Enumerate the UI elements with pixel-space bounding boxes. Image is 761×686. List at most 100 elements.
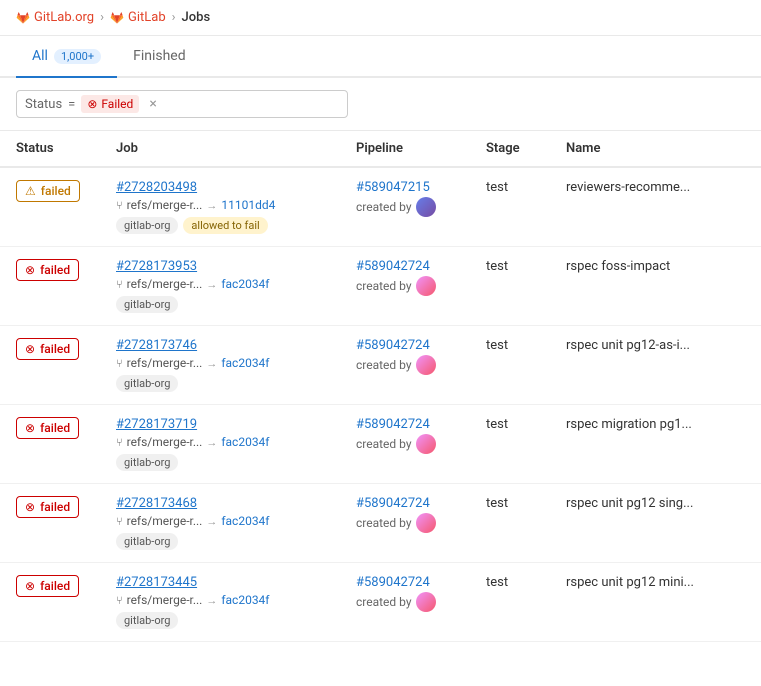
table-row: ⊗ failed #2728173719 ⑂ refs/merge-r... →… xyxy=(0,405,761,484)
job-commit-link[interactable]: fac2034f xyxy=(221,277,269,291)
breadcrumb-gitlab-org[interactable]: GitLab.org xyxy=(16,10,94,25)
job-tag: gitlab-org xyxy=(116,612,178,629)
job-number-link[interactable]: #2728173445 xyxy=(116,575,197,590)
job-commit-link[interactable]: fac2034f xyxy=(221,435,269,449)
status-icon: ⊗ xyxy=(25,500,35,514)
col-header-job: Job xyxy=(100,131,340,167)
job-commit-link[interactable]: fac2034f xyxy=(221,593,269,607)
breadcrumb-repo-label: GitLab xyxy=(128,10,166,25)
status-badge: ⊗ failed xyxy=(16,259,79,281)
breadcrumb-org-label: GitLab.org xyxy=(34,10,94,25)
job-tags-row: gitlab-org allowed to fail xyxy=(116,217,324,234)
tab-all[interactable]: All 1,000+ xyxy=(16,36,117,78)
job-name: rspec foss-impact xyxy=(566,259,670,274)
status-text: failed xyxy=(41,184,71,198)
filter-bar: Status = ⊗ Failed × xyxy=(0,78,761,131)
filter-input[interactable] xyxy=(163,97,339,112)
table-row: ⊗ failed #2728173953 ⑂ refs/merge-r... →… xyxy=(0,247,761,326)
filter-close-button[interactable]: × xyxy=(149,96,156,112)
job-ref-name: refs/merge-r... xyxy=(127,593,203,607)
breadcrumb: GitLab.org › GitLab › Jobs xyxy=(0,0,761,36)
status-icon: ⚠ xyxy=(25,184,36,198)
job-tag: gitlab-org xyxy=(116,375,178,392)
pipeline-sub: created by xyxy=(356,197,454,217)
job-number-link[interactable]: #2728173719 xyxy=(116,417,197,432)
status-badge: ⊗ failed xyxy=(16,338,79,360)
table-row: ⚠ failed #2728203498 ⑂ refs/merge-r... →… xyxy=(0,167,761,247)
table-row: ⊗ failed #2728173746 ⑂ refs/merge-r... →… xyxy=(0,326,761,405)
col-header-stage: Stage xyxy=(470,131,550,167)
status-icon: ⊗ xyxy=(25,263,35,277)
stage-text: test xyxy=(486,259,508,274)
branch-icon: ⑂ xyxy=(116,357,123,370)
status-text: failed xyxy=(40,500,70,514)
filter-value-badge: ⊗ Failed xyxy=(81,95,139,113)
pipeline-sub: created by xyxy=(356,434,454,454)
job-number-link[interactable]: #2728173746 xyxy=(116,338,197,353)
pipeline-cell: #589042724 created by xyxy=(356,417,454,454)
pipeline-link[interactable]: #589042724 xyxy=(356,575,454,590)
pipeline-created-text: created by xyxy=(356,200,412,214)
status-text: failed xyxy=(40,421,70,435)
pipeline-created-text: created by xyxy=(356,279,412,293)
job-ref-name: refs/merge-r... xyxy=(127,435,203,449)
pipeline-link[interactable]: #589042724 xyxy=(356,338,454,353)
avatar xyxy=(416,197,436,217)
job-name: rspec unit pg12 sing... xyxy=(566,496,693,511)
job-ref-row: ⑂ refs/merge-r... → 11101dd4 xyxy=(116,198,324,212)
breadcrumb-sep-1: › xyxy=(100,10,104,25)
tab-finished[interactable]: Finished xyxy=(117,36,202,76)
pipeline-created-text: created by xyxy=(356,516,412,530)
job-ref-row: ⑂ refs/merge-r... → fac2034f xyxy=(116,435,324,449)
status-badge: ⊗ failed xyxy=(16,496,79,518)
filter-eq: = xyxy=(68,97,75,112)
avatar xyxy=(416,513,436,533)
avatar xyxy=(416,276,436,296)
pipeline-link[interactable]: #589042724 xyxy=(356,259,454,274)
job-name: rspec unit pg12 mini... xyxy=(566,575,694,590)
filter-tag-status[interactable]: Status = ⊗ Failed × xyxy=(16,90,348,118)
commit-arrow-icon: → xyxy=(206,199,217,212)
job-commit-link[interactable]: fac2034f xyxy=(221,514,269,528)
breadcrumb-gitlab[interactable]: GitLab xyxy=(110,10,166,25)
branch-icon: ⑂ xyxy=(116,515,123,528)
status-icon: ⊗ xyxy=(25,579,35,593)
branch-icon: ⑂ xyxy=(116,199,123,212)
branch-icon: ⑂ xyxy=(116,436,123,449)
tag-allowed-to-fail: allowed to fail xyxy=(183,217,267,234)
job-ref-name: refs/merge-r... xyxy=(127,356,203,370)
tab-all-label: All xyxy=(32,48,48,64)
job-commit-link[interactable]: fac2034f xyxy=(221,356,269,370)
status-icon: ⊗ xyxy=(25,342,35,356)
job-tag: gitlab-org xyxy=(116,296,178,313)
job-ref-row: ⑂ refs/merge-r... → fac2034f xyxy=(116,277,324,291)
status-badge: ⚠ failed xyxy=(16,180,80,202)
job-ref-row: ⑂ refs/merge-r... → fac2034f xyxy=(116,514,324,528)
pipeline-cell: #589042724 created by xyxy=(356,496,454,533)
status-text: failed xyxy=(40,579,70,593)
col-header-status: Status xyxy=(0,131,100,167)
pipeline-link[interactable]: #589042724 xyxy=(356,417,454,432)
tab-all-badge: 1,000+ xyxy=(54,49,101,64)
avatar xyxy=(416,592,436,612)
stage-text: test xyxy=(486,496,508,511)
filter-value-text: Failed xyxy=(101,97,133,111)
job-tags-row: gitlab-org xyxy=(116,454,324,471)
job-number-link[interactable]: #2728173468 xyxy=(116,496,197,511)
pipeline-link[interactable]: #589047215 xyxy=(356,180,454,195)
breadcrumb-page: Jobs xyxy=(182,10,211,25)
pipeline-sub: created by xyxy=(356,355,454,375)
stage-text: test xyxy=(486,338,508,353)
job-number-link[interactable]: #2728203498 xyxy=(116,180,197,195)
pipeline-cell: #589042724 created by xyxy=(356,575,454,612)
status-badge: ⊗ failed xyxy=(16,575,79,597)
status-text: failed xyxy=(40,342,70,356)
job-ref-name: refs/merge-r... xyxy=(127,514,203,528)
pipeline-link[interactable]: #589042724 xyxy=(356,496,454,511)
pipeline-sub: created by xyxy=(356,592,454,612)
job-tag: gitlab-org xyxy=(116,217,178,234)
commit-arrow-icon: → xyxy=(206,357,217,370)
job-number-link[interactable]: #2728173953 xyxy=(116,259,197,274)
job-tag: gitlab-org xyxy=(116,533,178,550)
job-commit-link[interactable]: 11101dd4 xyxy=(221,198,275,212)
